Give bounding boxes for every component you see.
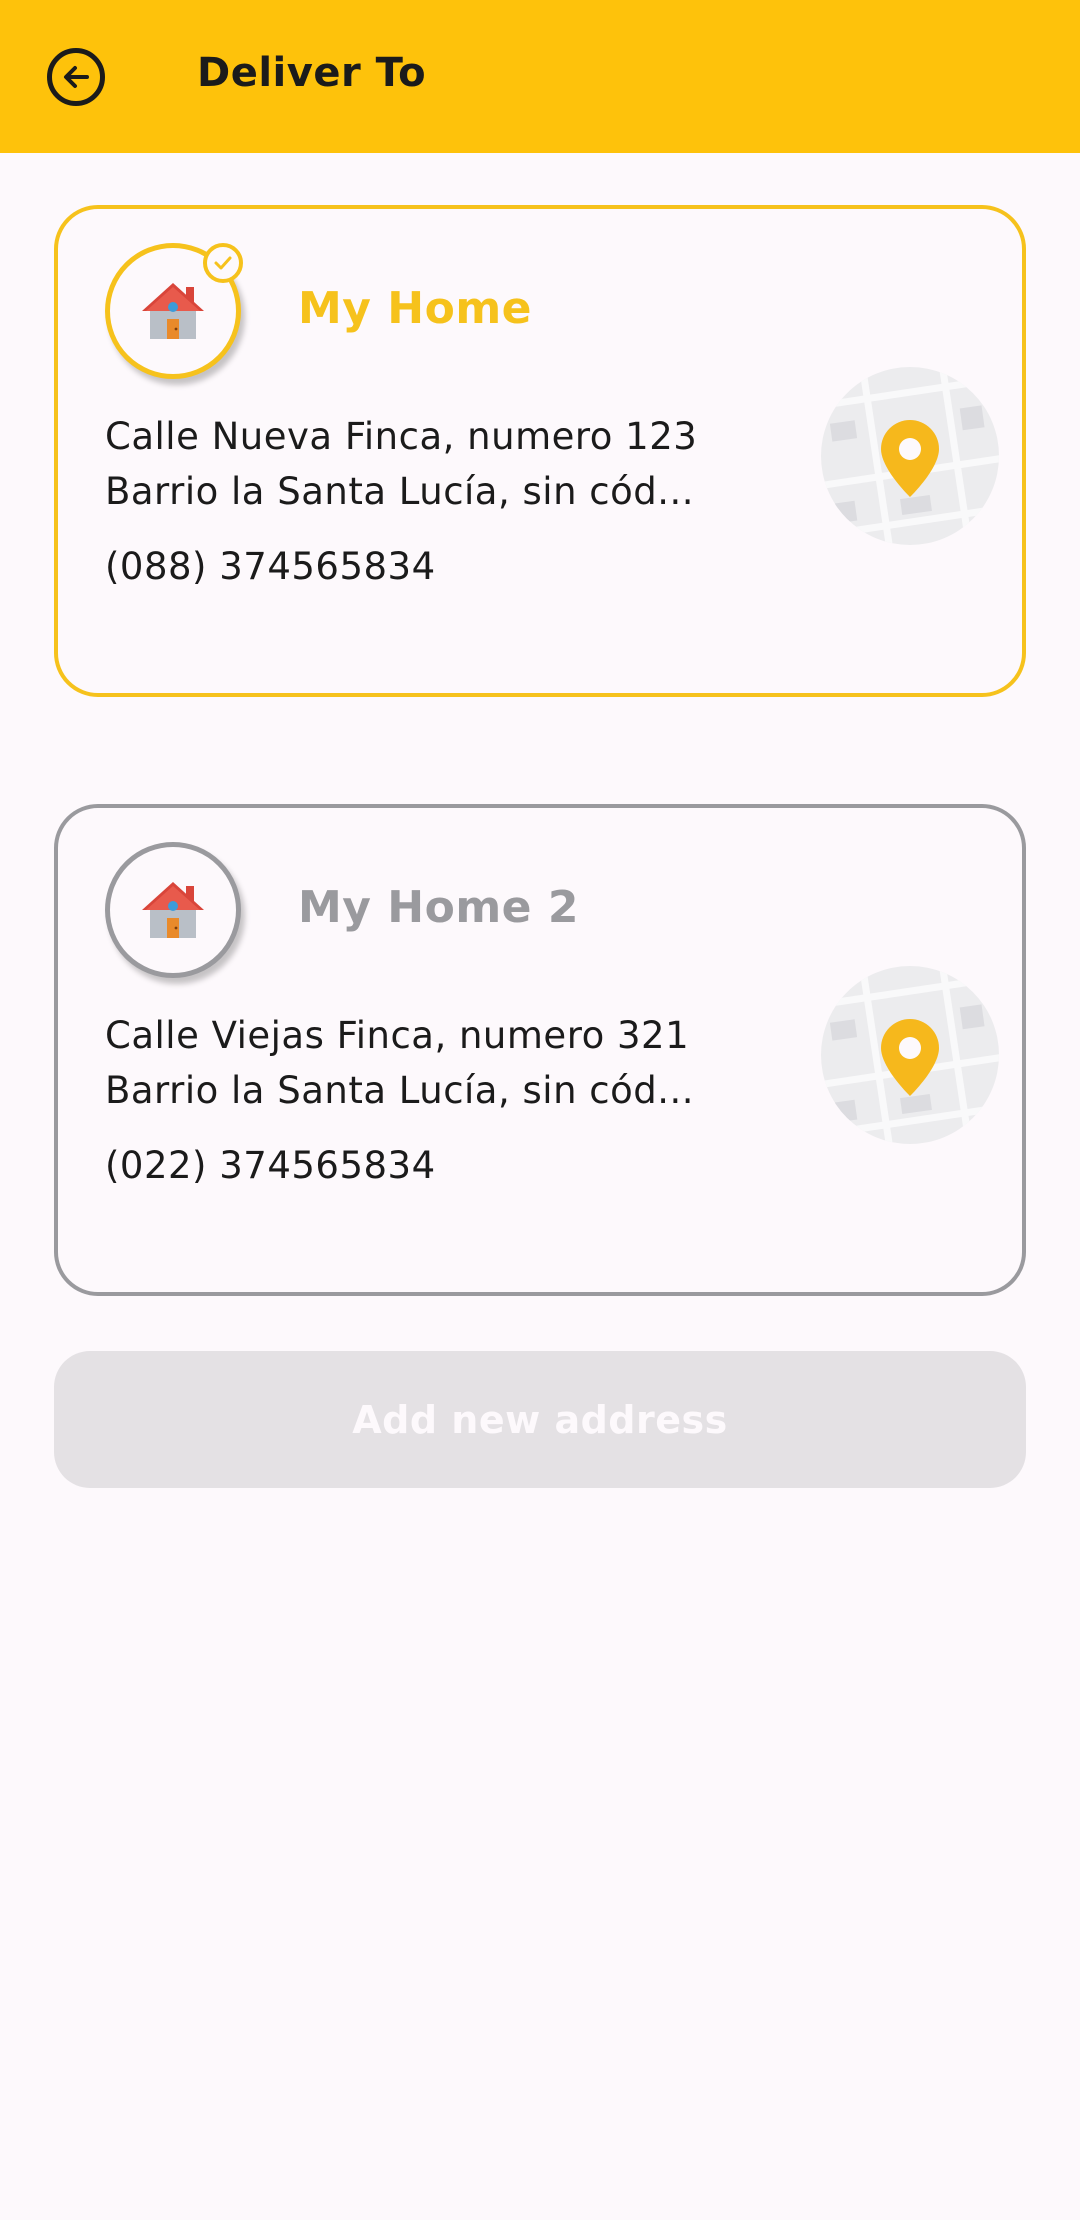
map-pin-icon — [821, 966, 999, 1144]
address-card-my-home[interactable]: My Home Calle Nueva Finca, numero 123 Ba… — [54, 205, 1026, 697]
address-card-my-home-2[interactable]: My Home 2 Calle Viejas Finca, numero 321… — [54, 804, 1026, 1296]
address-line-1: Calle Viejas Finca, numero 321 — [105, 1014, 690, 1057]
address-line-1: Calle Nueva Finca, numero 123 — [105, 415, 698, 458]
app-bar: Deliver To — [0, 0, 1080, 153]
address-line-2: Barrio la Santa Lucía, sin cód... — [105, 1069, 695, 1112]
address-name: My Home — [298, 283, 533, 334]
page-title: Deliver To — [197, 50, 427, 96]
address-phone: (088) 374565834 — [105, 545, 436, 588]
map-pin-icon — [821, 367, 999, 545]
house-icon — [142, 283, 204, 339]
address-text: Calle Viejas Finca, numero 321 Barrio la… — [105, 1008, 755, 1118]
selected-check-badge — [203, 243, 243, 283]
address-phone: (022) 374565834 — [105, 1144, 436, 1187]
address-name: My Home 2 — [298, 882, 579, 933]
arrow-left-icon — [64, 66, 89, 88]
map-preview[interactable] — [821, 966, 999, 1144]
house-icon — [142, 882, 204, 938]
address-text: Calle Nueva Finca, numero 123 Barrio la … — [105, 409, 755, 519]
map-preview[interactable] — [821, 367, 999, 545]
back-button[interactable] — [47, 48, 105, 106]
add-new-address-button[interactable]: Add new address — [54, 1351, 1026, 1488]
address-avatar — [105, 842, 241, 978]
check-icon — [214, 256, 232, 270]
address-line-2: Barrio la Santa Lucía, sin cód... — [105, 470, 695, 513]
